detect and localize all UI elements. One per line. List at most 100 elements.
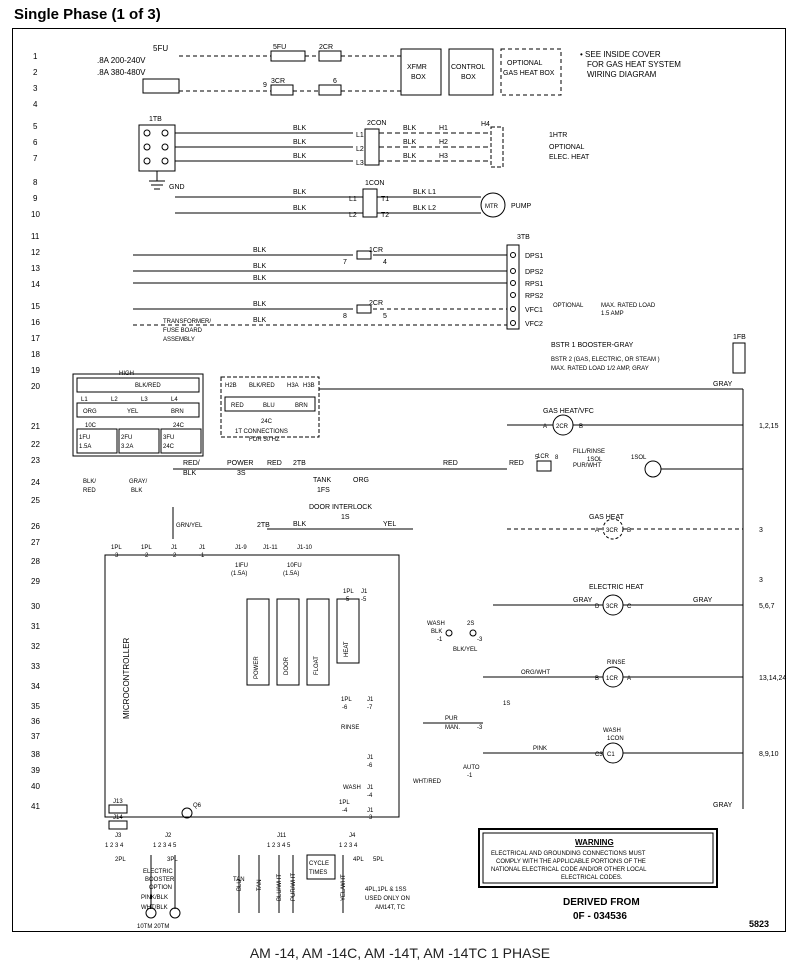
svg-text:GRAY: GRAY <box>693 597 713 604</box>
svg-text:FUSE BOARD: FUSE BOARD <box>163 328 203 334</box>
svg-text:13,14,24: 13,14,24 <box>759 675 786 682</box>
svg-text:YEL: YEL <box>383 521 396 528</box>
svg-text:3PL: 3PL <box>167 857 178 863</box>
svg-text:J13: J13 <box>113 799 123 805</box>
svg-text:6: 6 <box>33 138 38 147</box>
svg-text:1CON: 1CON <box>607 736 624 742</box>
schematic-canvas: 1 2 3 4 5 6 7 8 9 10 11 12 13 14 15 16 1… <box>13 29 787 933</box>
svg-text:32: 32 <box>31 642 40 651</box>
svg-text:5FU: 5FU <box>273 44 286 51</box>
svg-text:1IFU: 1IFU <box>235 563 248 569</box>
svg-text:33: 33 <box>31 662 40 671</box>
svg-text:BLK: BLK <box>403 125 417 132</box>
svg-text:3CR: 3CR <box>271 78 285 85</box>
svg-text:24: 24 <box>31 478 40 487</box>
svg-text:J1: J1 <box>367 785 374 791</box>
svg-text:10: 10 <box>31 210 40 219</box>
svg-text:13: 13 <box>31 264 40 273</box>
svg-text:15: 15 <box>31 302 40 311</box>
svg-text:BLK: BLK <box>293 153 307 160</box>
svg-text:1FB: 1FB <box>733 334 746 341</box>
svg-text:41: 41 <box>31 802 40 811</box>
svg-text:ASSEMBLY: ASSEMBLY <box>163 337 195 343</box>
svg-text:1CR: 1CR <box>606 676 619 682</box>
svg-text:39: 39 <box>31 766 40 775</box>
svg-text:GAS HEAT: GAS HEAT <box>589 514 625 521</box>
svg-text:ORG: ORG <box>83 409 97 415</box>
note-cover: • SEE INSIDE COVER FOR GAS HEAT SYSTEM W… <box>580 50 681 79</box>
svg-text:J1: J1 <box>171 545 178 551</box>
svg-text:GND: GND <box>169 184 185 191</box>
svg-text:26: 26 <box>31 522 40 531</box>
svg-text:10C: 10C <box>85 423 97 429</box>
svg-text:J1-11: J1-11 <box>263 545 278 551</box>
svg-text:7: 7 <box>33 154 38 163</box>
svg-text:3S: 3S <box>237 470 246 477</box>
svg-text:GRAY: GRAY <box>713 381 733 388</box>
svg-text:BLU: BLU <box>263 403 275 409</box>
svg-text:18: 18 <box>31 350 40 359</box>
svg-text:DPS2: DPS2 <box>525 269 543 276</box>
svg-text:1 2 3 4 5: 1 2 3 4 5 <box>153 843 177 849</box>
svg-text:BLK/: BLK/ <box>83 479 96 485</box>
svg-text:WASH: WASH <box>427 621 445 627</box>
svg-text:6: 6 <box>333 78 337 85</box>
svg-text:2TB: 2TB <box>293 460 306 467</box>
svg-text:BOOSTER: BOOSTER <box>145 877 175 883</box>
svg-text:BLK: BLK <box>293 189 307 196</box>
svg-text:-2: -2 <box>143 553 149 559</box>
page-title: Single Phase (1 of 3) <box>14 6 161 23</box>
svg-text:L1: L1 <box>81 397 88 403</box>
svg-text:VFC1: VFC1 <box>525 307 543 314</box>
svg-text:4: 4 <box>33 100 38 109</box>
svg-text:WHT/BLK: WHT/BLK <box>141 905 168 911</box>
micro-box: MICROCONTROLLER 1PL-3 1PL-2 J1-2 J1-1 J1… <box>83 479 510 930</box>
svg-text:BLK: BLK <box>253 263 267 270</box>
svg-text:CONTROL: CONTROL <box>451 64 485 71</box>
svg-text:24C: 24C <box>163 444 175 450</box>
svg-text:37: 37 <box>31 732 40 741</box>
svg-text:J1: J1 <box>361 589 368 595</box>
svg-text:31: 31 <box>31 622 40 631</box>
svg-text:8,9,10: 8,9,10 <box>759 751 779 758</box>
svg-text:H2B: H2B <box>225 383 237 389</box>
svg-text:WARNING: WARNING <box>575 838 614 847</box>
svg-text:• SEE INSIDE COVER: • SEE INSIDE COVER <box>580 50 661 59</box>
svg-text:1PL: 1PL <box>341 697 352 703</box>
svg-text:BLK: BLK <box>293 205 307 212</box>
svg-text:OPTIONAL: OPTIONAL <box>549 144 585 151</box>
svg-text:FOR GAS HEAT SYSTEM: FOR GAS HEAT SYSTEM <box>587 60 681 69</box>
svg-text:TRANSFORMER/: TRANSFORMER/ <box>163 319 211 325</box>
svg-text:-6: -6 <box>367 763 373 769</box>
svg-text:OPTIONAL: OPTIONAL <box>507 60 543 67</box>
svg-text:1,2,15: 1,2,15 <box>759 423 779 430</box>
svg-text:J3: J3 <box>115 833 122 839</box>
svg-text:8: 8 <box>343 313 347 320</box>
diagram-frame: 1 2 3 4 5 6 7 8 9 10 11 12 13 14 15 16 1… <box>12 28 786 932</box>
svg-text:3.2A: 3.2A <box>121 444 133 450</box>
svg-text:L3: L3 <box>356 160 364 167</box>
svg-text:27: 27 <box>31 538 40 547</box>
svg-text:BLK: BLK <box>431 629 442 635</box>
svg-text:-7: -7 <box>367 705 373 711</box>
svg-text:BLK: BLK <box>403 153 417 160</box>
svg-text:7: 7 <box>343 259 347 266</box>
svg-text:RED/: RED/ <box>183 460 200 467</box>
svg-text:-1: -1 <box>199 553 205 559</box>
svg-text:MTR: MTR <box>485 204 499 210</box>
svg-text:35: 35 <box>31 702 40 711</box>
svg-text:0F - 034536: 0F - 034536 <box>573 911 627 922</box>
svg-text:PUMP: PUMP <box>511 203 532 210</box>
svg-text:BLK: BLK <box>253 247 267 254</box>
svg-text:2: 2 <box>33 68 38 77</box>
svg-text:RINSE: RINSE <box>341 725 359 731</box>
svg-text:H3A: H3A <box>287 383 299 389</box>
svg-text:23: 23 <box>31 456 40 465</box>
svg-text:2CR: 2CR <box>319 44 333 51</box>
svg-text:ELECTRIC: ELECTRIC <box>143 869 173 875</box>
svg-text:FOR 50 HZ: FOR 50 HZ <box>249 437 280 443</box>
svg-text:BLU/WHT: BLU/WHT <box>277 874 283 901</box>
svg-text:19: 19 <box>31 366 40 375</box>
svg-text:3: 3 <box>759 527 763 534</box>
svg-text:C1: C1 <box>607 752 615 758</box>
